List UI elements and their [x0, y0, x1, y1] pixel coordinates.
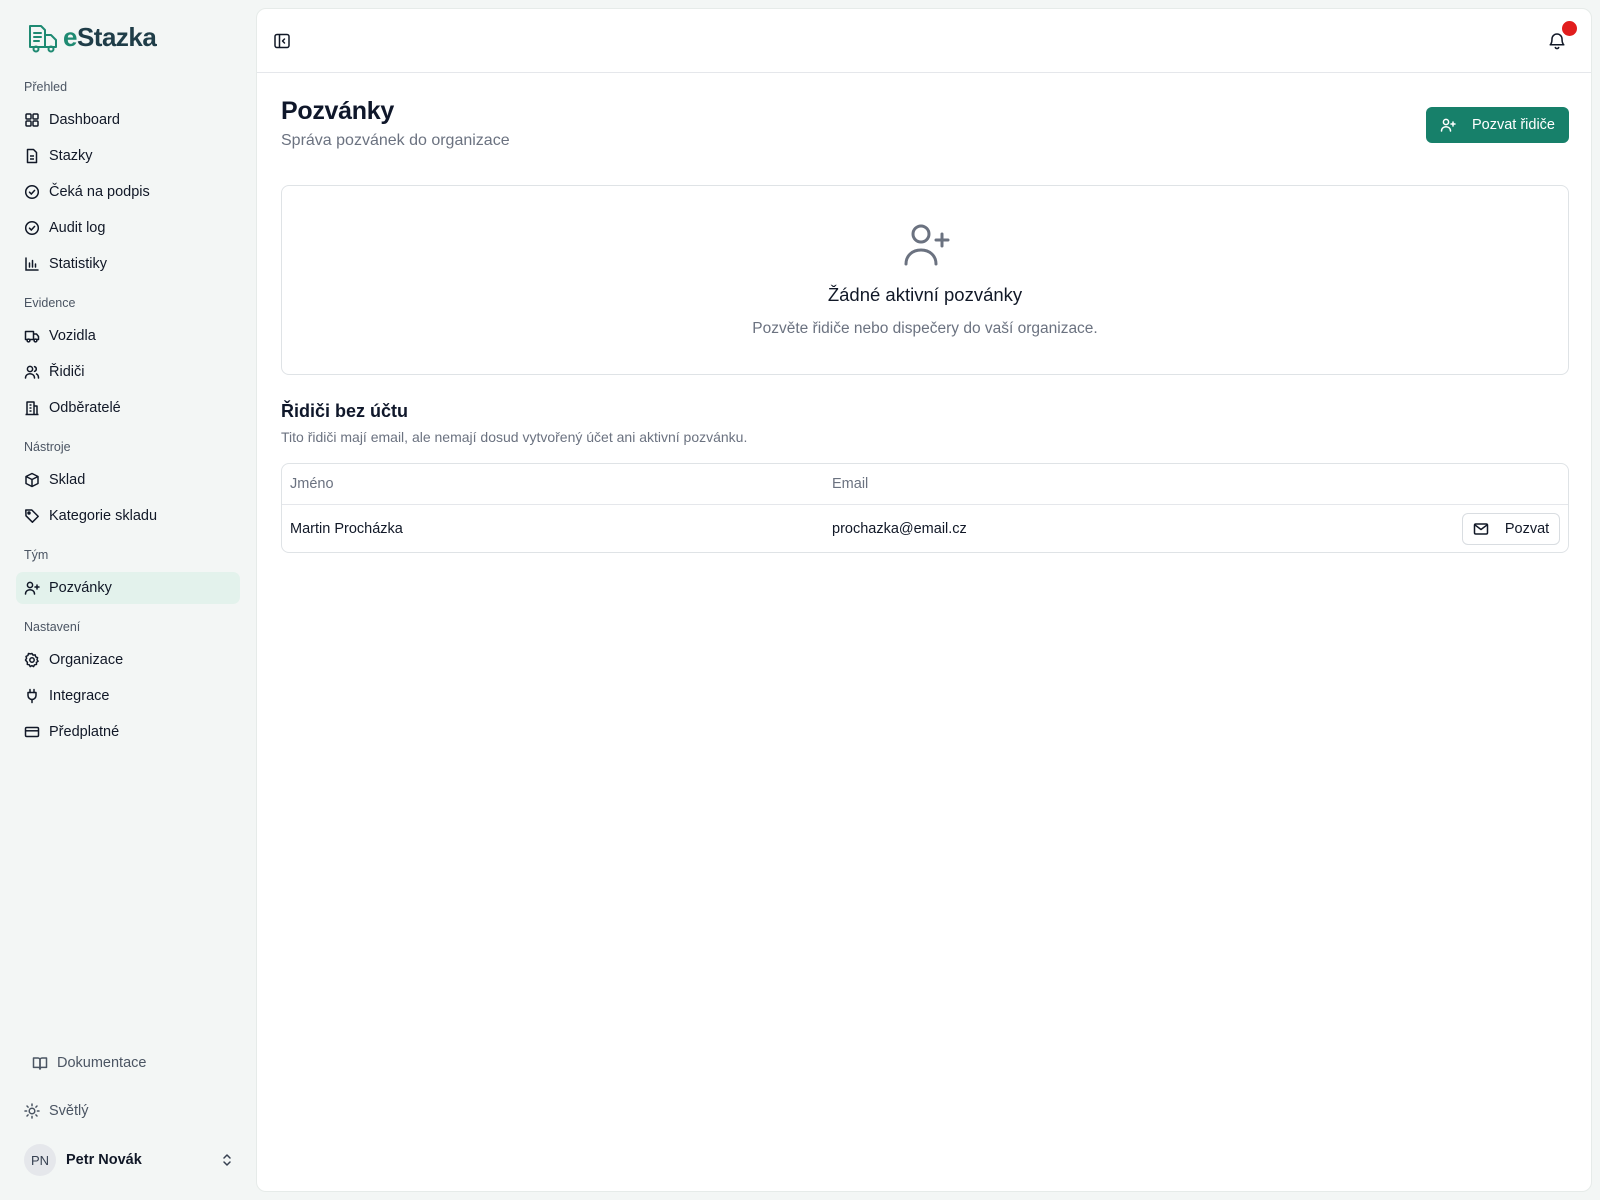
- sidebar-item-predplatne[interactable]: Předplatné: [16, 716, 240, 748]
- documentation-label: Dokumentace: [57, 1055, 147, 1071]
- section-title: Řidiči bez účtu: [281, 401, 409, 421]
- sidebar-item-label: Audit log: [49, 220, 106, 236]
- gear-icon: [24, 652, 39, 668]
- sidebar-item-label: Statistiky: [49, 256, 108, 272]
- avatar: PN: [24, 1144, 56, 1176]
- section-label-nastroje: Nástroje: [24, 440, 71, 454]
- sidebar-item-label: Integrace: [49, 688, 110, 704]
- sidebar-item-label: Stazky: [49, 148, 93, 164]
- mail-icon: [1473, 523, 1489, 535]
- sidebar-item-ceka-na-podpis[interactable]: Čeká na podpis: [16, 176, 240, 208]
- sidebar-item-label: Řidiči: [49, 364, 85, 380]
- users-icon: [24, 365, 40, 379]
- sidebar-item-label: Vozidla: [49, 328, 96, 344]
- invite-button[interactable]: Pozvat: [1462, 513, 1560, 545]
- empty-state-text: Pozvěte řidiče nebo dispečery do vaší or…: [752, 320, 1098, 337]
- sidebar-item-label: Kategorie skladu: [49, 508, 158, 524]
- main-panel: Pozvánky Správa pozvánek do organizace P…: [256, 8, 1592, 1192]
- sidebar-item-label: Odběratelé: [49, 400, 121, 416]
- truck-document-icon: [29, 24, 57, 52]
- sidebar-item-dashboard[interactable]: Dashboard: [16, 104, 240, 136]
- plug-icon: [27, 688, 37, 704]
- sidebar-item-stazky[interactable]: Stazky: [16, 140, 240, 172]
- sun-icon: [24, 1103, 40, 1119]
- driver-email: prochazka@email.cz: [832, 521, 967, 537]
- empty-state-card: Žádné aktivní pozvánky Pozvěte řidiče ne…: [281, 185, 1569, 375]
- user-plus-icon: [1440, 118, 1456, 132]
- section-label-evidence: Evidence: [24, 296, 76, 310]
- section-label-prehled: Přehled: [24, 80, 68, 94]
- sidebar-item-label: Sklad: [49, 472, 86, 488]
- truck-icon: [24, 330, 40, 343]
- user-name: Petr Novák: [66, 1152, 142, 1168]
- drivers-table: Jméno Email Martin Procházka prochazka@e…: [281, 463, 1569, 553]
- sidebar-item-kategorie-skladu[interactable]: Kategorie skladu: [16, 500, 240, 532]
- theme-toggle[interactable]: Světlý: [24, 1103, 89, 1119]
- document-icon: [26, 148, 38, 164]
- section-label-nastaveni: Nastavení: [24, 620, 81, 634]
- page-title: Pozvánky: [281, 97, 394, 125]
- invite-driver-label: Pozvat řidiče: [1471, 117, 1555, 133]
- logo-text: eStazka: [63, 22, 157, 52]
- page-content: Pozvánky Správa pozvánek do organizace P…: [281, 97, 1569, 553]
- table-header: Jméno Email: [282, 464, 1568, 505]
- check-circle-icon: [24, 184, 40, 200]
- sidebar-item-label: Pozvánky: [49, 580, 112, 596]
- chevrons-up-down-icon: [223, 1154, 231, 1166]
- sidebar-item-odberatele[interactable]: Odběratelé: [16, 392, 240, 424]
- table-row: Martin Procházka prochazka@email.cz Pozv…: [282, 505, 1568, 552]
- sidebar-item-sklad[interactable]: Sklad: [16, 464, 240, 496]
- box-icon: [25, 472, 39, 488]
- grid-icon: [25, 113, 39, 127]
- app-logo[interactable]: eStazka: [26, 22, 157, 53]
- column-header-email: Email: [832, 476, 869, 492]
- documentation-link[interactable]: Dokumentace: [32, 1055, 146, 1071]
- user-menu[interactable]: PN Petr Novák: [24, 1143, 234, 1177]
- check-circle-icon: [24, 220, 40, 236]
- sidebar-item-label: Dashboard: [49, 112, 120, 128]
- sidebar: eStazka Přehled Dashboard Stazky Čeká na…: [0, 0, 254, 1200]
- user-plus-icon: [24, 581, 40, 595]
- sidebar-item-label: Čeká na podpis: [49, 184, 150, 200]
- section-label-tym: Tým: [24, 548, 49, 562]
- notification-badge: [1562, 21, 1577, 36]
- invite-driver-button[interactable]: Pozvat řidiče: [1425, 107, 1569, 143]
- invite-button-label: Pozvat: [1504, 521, 1550, 537]
- column-header-name: Jméno: [290, 476, 334, 492]
- tag-icon: [25, 509, 39, 523]
- sidebar-item-label: Organizace: [49, 652, 124, 668]
- building-icon: [25, 401, 39, 416]
- sidebar-item-organizace[interactable]: Organizace: [16, 644, 240, 676]
- sidebar-item-audit-log[interactable]: Audit log: [16, 212, 240, 244]
- sidebar-toggle-icon[interactable]: [273, 32, 291, 50]
- bar-chart-icon: [25, 257, 39, 271]
- sidebar-item-ridici[interactable]: Řidiči: [16, 356, 240, 388]
- user-plus-icon: [904, 224, 950, 266]
- empty-state-title: Žádné aktivní pozvánky: [827, 284, 1023, 305]
- section-subtitle: Tito řidiči mají email, ale nemají dosud…: [281, 429, 748, 445]
- sidebar-item-pozvanky[interactable]: Pozvánky: [16, 572, 240, 604]
- sidebar-item-vozidla[interactable]: Vozidla: [16, 320, 240, 352]
- theme-label: Světlý: [49, 1103, 89, 1119]
- top-bar: [257, 9, 1591, 73]
- sidebar-item-statistiky[interactable]: Statistiky: [16, 248, 240, 280]
- book-icon: [32, 1057, 48, 1070]
- driver-name: Martin Procházka: [290, 521, 403, 537]
- credit-card-icon: [24, 726, 40, 738]
- sidebar-item-label: Předplatné: [49, 724, 120, 740]
- sidebar-item-integrace[interactable]: Integrace: [16, 680, 240, 712]
- page-subtitle: Správa pozvánek do organizace: [281, 132, 510, 149]
